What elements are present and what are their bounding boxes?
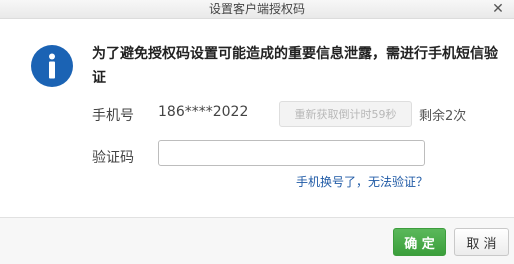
dialog-title: 设置客户端授权码 [208, 2, 305, 16]
phone-label: 手机号 [92, 108, 134, 124]
confirm-button[interactable]: 确 定 [393, 228, 446, 256]
verification-code-label: 验证码 [92, 150, 134, 166]
phone-changed-link[interactable]: 手机换号了，无法验证？ [296, 173, 428, 190]
verification-code-input[interactable] [158, 140, 425, 166]
dialog-titlebar: 设置客户端授权码 ✕ [0, 0, 514, 19]
authorization-code-dialog: 设置客户端授权码 ✕ 为了避免授权码设置可能造成的重要信息泄露，需进行手机短信验… [0, 0, 514, 264]
cancel-button[interactable]: 取 消 [454, 228, 509, 256]
phone-number: 186****2022 [158, 104, 249, 120]
close-icon[interactable]: ✕ [490, 1, 506, 17]
verification-message: 为了避免授权码设置可能造成的重要信息泄露，需进行手机短信验证 [92, 46, 498, 86]
resend-code-button[interactable]: 重新获取倒计时59秒 [279, 101, 412, 127]
info-icon [31, 45, 73, 87]
remaining-attempts: 剩余2次 [419, 109, 467, 124]
